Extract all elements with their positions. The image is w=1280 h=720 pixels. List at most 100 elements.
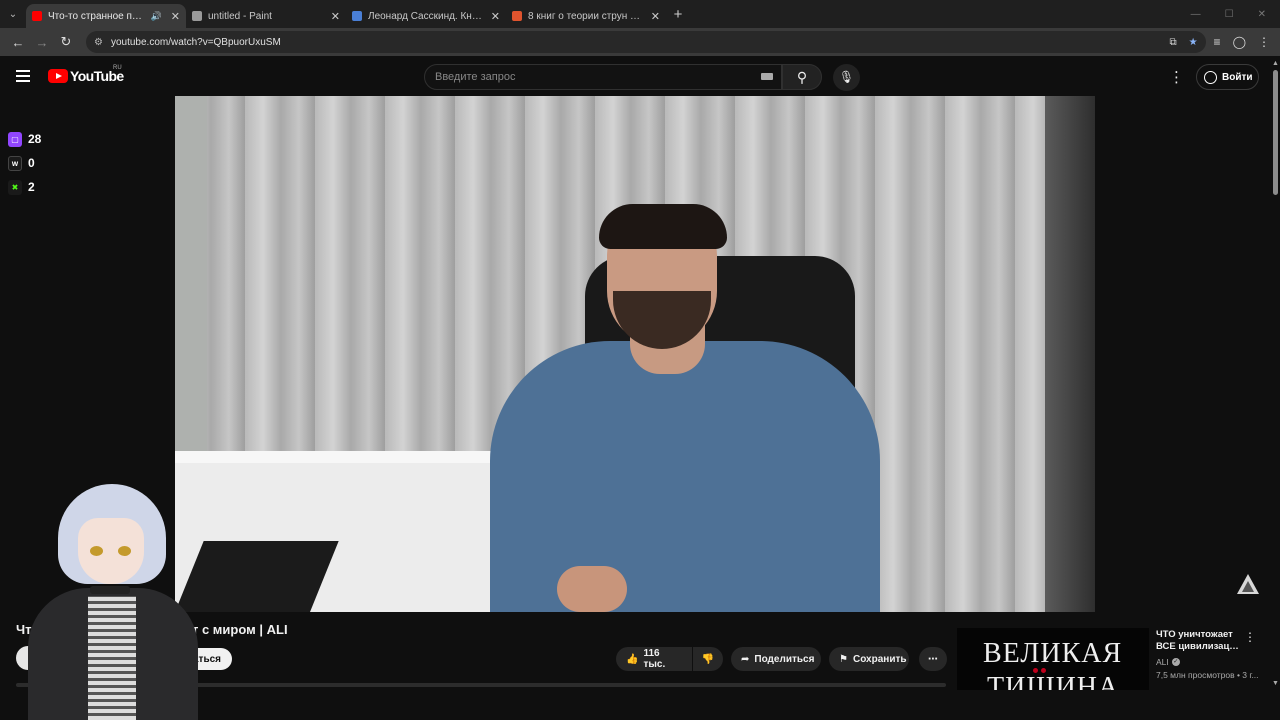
rec-title-line1: ЧТО уничтожает bbox=[1156, 629, 1233, 640]
signin-button[interactable]: Войти bbox=[1196, 64, 1259, 90]
region-code: RU bbox=[113, 65, 122, 71]
more-actions-button[interactable]: ⋯ bbox=[919, 647, 947, 671]
search-button[interactable]: ⚲ bbox=[782, 64, 822, 90]
account-icon bbox=[1204, 70, 1217, 84]
kick-icon: ✖ bbox=[8, 179, 22, 195]
site-favicon-icon bbox=[512, 11, 522, 21]
tab-youtube[interactable]: Что-то странное происходит с миром | ALI… bbox=[26, 4, 186, 28]
video-frame-wall bbox=[1045, 96, 1095, 612]
close-tab-icon[interactable]: ✕ bbox=[171, 10, 180, 23]
like-button[interactable]: 👍 116 тыс. bbox=[616, 647, 692, 671]
voice-search-button[interactable]: 🎙 bbox=[833, 64, 860, 91]
tab-label: untitled - Paint bbox=[208, 10, 272, 22]
search-input[interactable]: Введите запрос bbox=[424, 64, 782, 90]
site-favicon-icon bbox=[352, 11, 362, 21]
tab-paint[interactable]: untitled - Paint ✕ bbox=[186, 4, 346, 28]
settings-more-icon[interactable]: ⋮ bbox=[1169, 68, 1184, 86]
paint-favicon-icon bbox=[192, 11, 202, 21]
search-placeholder: Введите запрос bbox=[435, 71, 516, 83]
youtube-play-icon bbox=[48, 69, 68, 83]
counter-value: 0 bbox=[28, 156, 35, 170]
recommended-video-title[interactable]: ЧТО уничтожает ВСЕ цивилизаци... bbox=[1156, 629, 1242, 653]
tab-string-theory[interactable]: 8 книг о теории струн — все о книгах ✕ bbox=[506, 4, 666, 28]
share-label: Поделиться bbox=[754, 653, 815, 665]
vtuber-choker bbox=[90, 586, 130, 594]
browser-tab-bar: ⌄ Что-то странное происходит с миром | A… bbox=[0, 0, 1280, 28]
minimize-icon[interactable]: — bbox=[1191, 9, 1201, 20]
rec-title-line2: ВСЕ цивилизаци... bbox=[1156, 641, 1242, 652]
recommended-video-thumbnail[interactable]: ВЕЛИКАЯ ТИШИНА bbox=[957, 628, 1149, 690]
more-horizontal-icon: ⋯ bbox=[928, 653, 938, 665]
scrollbar-thumb[interactable] bbox=[1273, 70, 1278, 195]
recommended-channel[interactable]: ALI ✓ bbox=[1156, 657, 1180, 667]
vtuber-eye bbox=[90, 546, 103, 556]
vtuber-shirt bbox=[88, 596, 136, 720]
thumbnail-text-line1: ВЕЛИКАЯ bbox=[983, 638, 1123, 669]
search-icon: ⚲ bbox=[796, 69, 808, 85]
tab-label: 8 книг о теории струн — все о книгах bbox=[528, 10, 647, 22]
youtube-logo[interactable]: YouTube RU bbox=[48, 65, 124, 84]
video-frame-hand bbox=[557, 566, 627, 612]
tab-search-chevron-icon[interactable]: ⌄ bbox=[0, 0, 26, 28]
tab-label: Что-то странное происходит с миром | ALI bbox=[48, 10, 146, 22]
scroll-up-arrow-icon[interactable]: ▲ bbox=[1272, 60, 1279, 67]
vtuber-eye bbox=[118, 546, 131, 556]
video-frame-person-hair bbox=[599, 204, 727, 249]
bookmark-icon: ⚑ bbox=[839, 653, 848, 665]
thumbs-down-icon: 👎 bbox=[701, 653, 715, 665]
url-text[interactable]: youtube.com/watch?v=QBpuorUxuSM bbox=[111, 37, 281, 48]
recommended-video-menu-icon[interactable]: ⋮ bbox=[1244, 630, 1256, 644]
recommended-video-meta: 7,5 млн просмотров • 3 г... bbox=[1156, 670, 1259, 680]
thumbnail-text-line2: ТИШИНА bbox=[987, 672, 1120, 690]
install-app-icon[interactable]: ⧉ bbox=[1169, 37, 1176, 48]
rec-channel-name: ALI bbox=[1156, 657, 1169, 667]
counter-kick: ✖ 2 bbox=[8, 176, 41, 198]
video-player[interactable] bbox=[175, 96, 1095, 612]
counter-value: 2 bbox=[28, 180, 35, 194]
browser-menu-icon[interactable]: ⋮ bbox=[1258, 35, 1270, 49]
video-frame-table-top bbox=[175, 451, 505, 463]
reload-button[interactable]: ↻ bbox=[54, 34, 78, 50]
youtube-favicon-icon bbox=[32, 11, 42, 21]
back-button[interactable]: ← bbox=[6, 35, 30, 50]
verified-check-icon: ✓ bbox=[1171, 658, 1180, 666]
wasd-icon: w bbox=[8, 155, 22, 171]
maximize-icon[interactable]: ☐ bbox=[1225, 9, 1234, 20]
dislike-button[interactable]: 👎 bbox=[693, 647, 723, 671]
share-button[interactable]: ➦ Поделиться bbox=[731, 647, 821, 671]
close-tab-icon[interactable]: ✕ bbox=[331, 10, 340, 23]
tab-label: Леонард Сасскинд. Книги онлайн bbox=[368, 10, 487, 22]
close-tab-icon[interactable]: ✕ bbox=[651, 10, 660, 23]
signin-label: Войти bbox=[1222, 71, 1253, 83]
twitch-icon: ▢ bbox=[8, 131, 22, 147]
tab-susskind[interactable]: Леонард Сасскинд. Книги онлайн ✕ bbox=[346, 4, 506, 28]
address-bar[interactable]: ⚙ youtube.com/watch?v=QBpuorUxuSM ⧉ ★ bbox=[86, 31, 1206, 53]
youtube-header: YouTube RU Введите запрос ⚲ 🎙 ⋮ Войти bbox=[0, 56, 1280, 96]
thumbs-up-icon: 👍 bbox=[626, 653, 639, 665]
new-tab-button[interactable]: + bbox=[666, 6, 690, 23]
reading-list-icon[interactable]: ≡ bbox=[1214, 35, 1221, 49]
counter-wasd: w 0 bbox=[8, 152, 41, 174]
counter-twitch: ▢ 28 bbox=[8, 128, 41, 150]
save-button[interactable]: ⚑ Сохранить bbox=[829, 647, 909, 671]
vtuber-face bbox=[78, 518, 144, 584]
forward-button[interactable]: → bbox=[30, 35, 54, 50]
speaker-icon[interactable]: 🔊 bbox=[151, 11, 162, 22]
keyboard-icon[interactable] bbox=[761, 73, 773, 80]
like-count: 116 тыс. bbox=[643, 648, 666, 670]
window-controls: — ☐ ✕ bbox=[1191, 9, 1280, 20]
counter-value: 28 bbox=[28, 132, 42, 146]
menu-icon[interactable] bbox=[16, 70, 30, 82]
site-info-icon[interactable]: ⚙ bbox=[94, 37, 103, 48]
address-bar-row: ← → ↻ ⚙ youtube.com/watch?v=QBpuorUxuSM … bbox=[0, 28, 1280, 56]
close-window-icon[interactable]: ✕ bbox=[1258, 9, 1266, 20]
bookmark-star-icon[interactable]: ★ bbox=[1189, 37, 1198, 48]
microphone-icon: 🎙 bbox=[838, 70, 855, 84]
scroll-down-arrow-icon[interactable]: ▼ bbox=[1272, 680, 1279, 687]
profile-icon[interactable]: ◯ bbox=[1233, 35, 1246, 49]
close-tab-icon[interactable]: ✕ bbox=[491, 10, 500, 23]
warning-triangle-icon bbox=[1237, 574, 1259, 594]
save-label: Сохранить bbox=[852, 653, 907, 665]
video-frame-person-shirt bbox=[490, 341, 880, 612]
share-icon: ➦ bbox=[741, 653, 750, 665]
